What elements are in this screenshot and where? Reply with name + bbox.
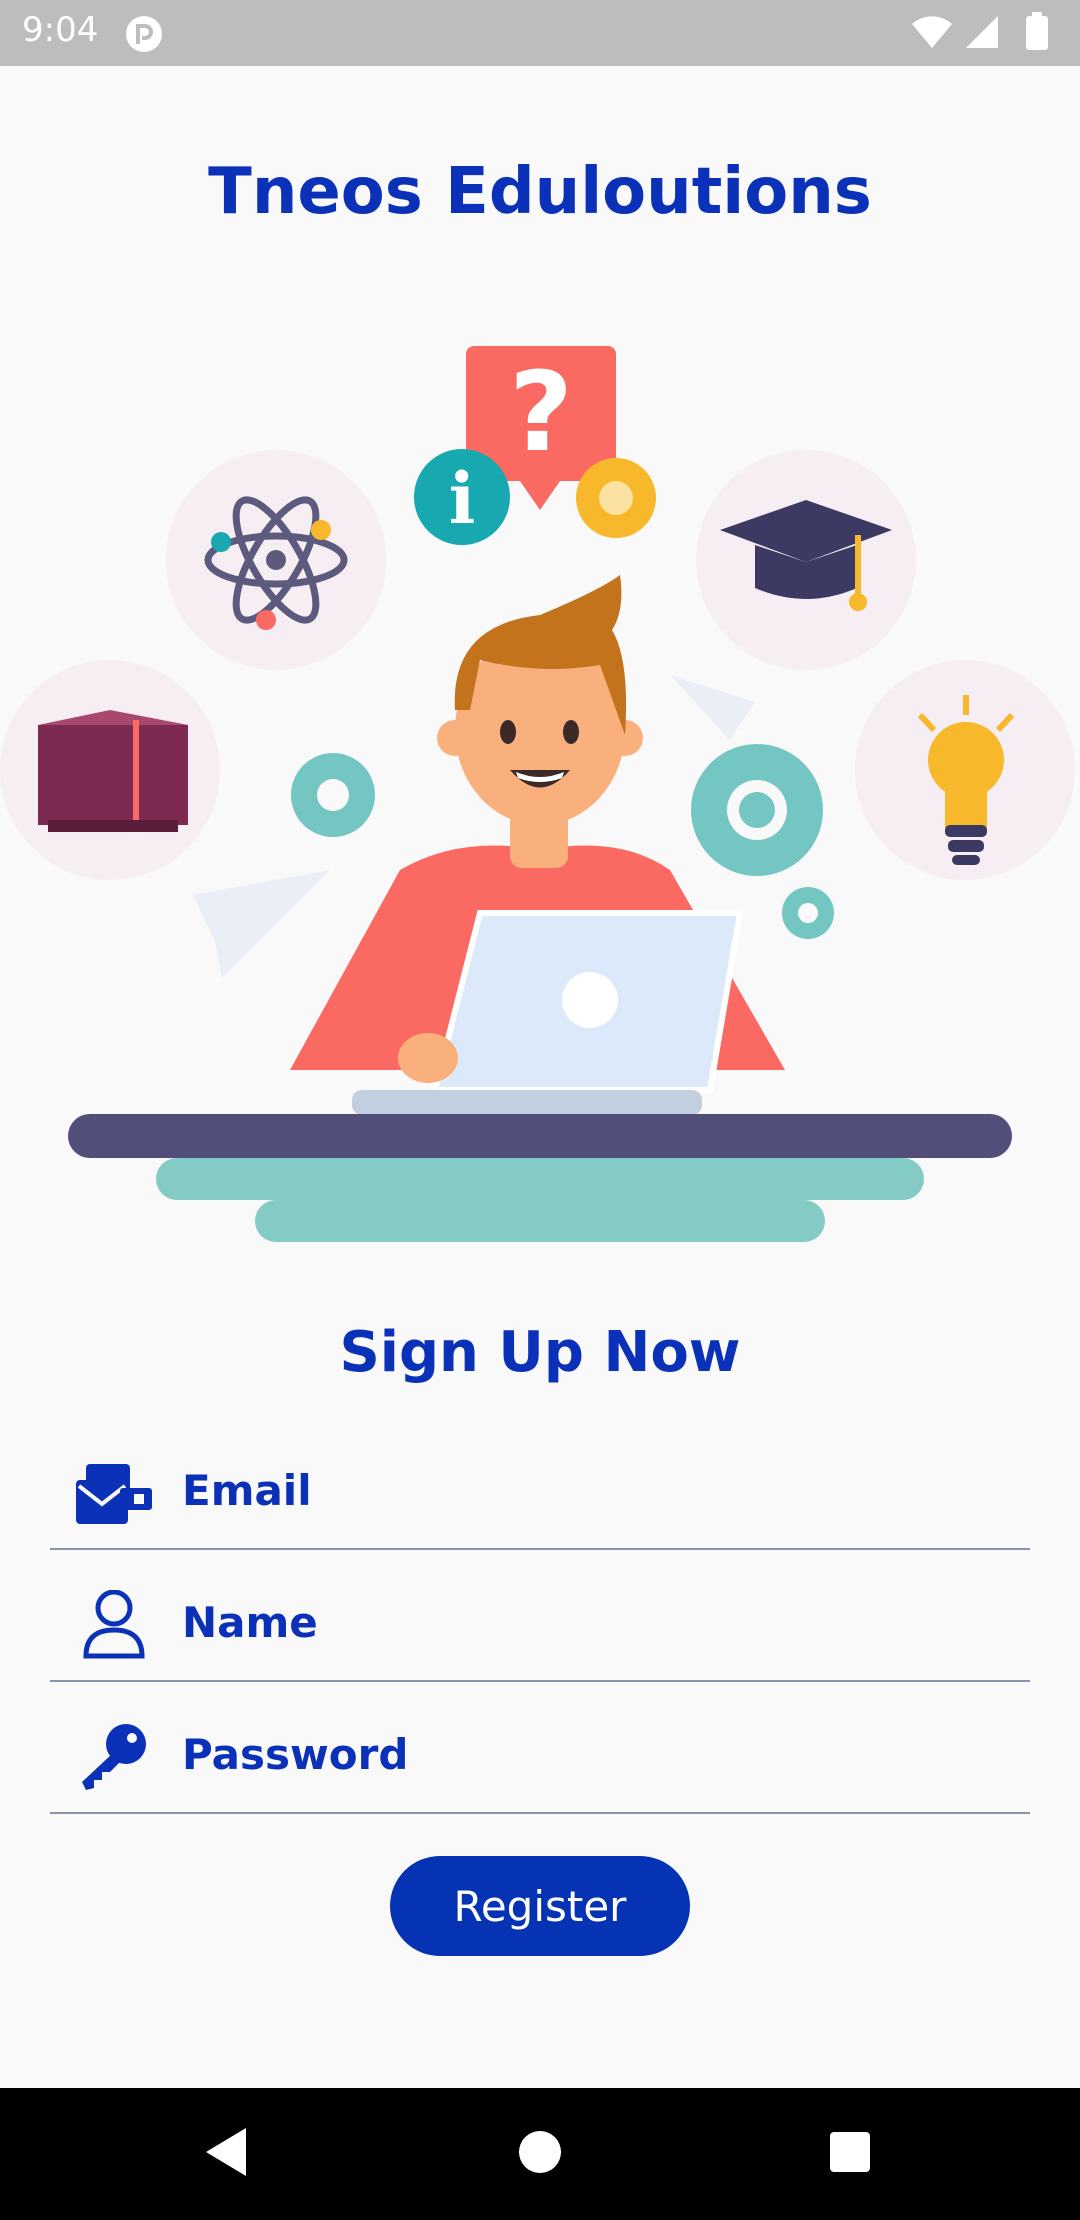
app-notification-icon xyxy=(126,16,162,52)
user-icon xyxy=(83,1590,145,1659)
base-shape-bottom xyxy=(255,1200,825,1242)
svg-text:?: ? xyxy=(509,348,573,476)
svg-text:i: i xyxy=(449,457,476,540)
base-shape-top xyxy=(156,1158,924,1200)
navigation-bar xyxy=(0,2088,1080,2220)
password-field[interactable]: Password xyxy=(50,1682,1030,1814)
password-label: Password xyxy=(182,1730,409,1779)
paper-plane-right-icon xyxy=(670,675,755,740)
register-button[interactable]: Register xyxy=(390,1856,690,1956)
email-field[interactable]: Email xyxy=(50,1418,1030,1550)
battery-icon xyxy=(1026,12,1048,50)
signal-icon xyxy=(966,16,998,48)
back-icon[interactable] xyxy=(204,2126,248,2178)
name-label: Name xyxy=(182,1598,318,1647)
email-label: Email xyxy=(182,1466,312,1515)
email-icon xyxy=(76,1464,152,1524)
yellow-gear-icon xyxy=(576,458,656,538)
paper-plane-left-icon xyxy=(193,870,330,978)
home-icon[interactable] xyxy=(518,2126,562,2178)
status-time: 9:04 xyxy=(22,10,99,50)
recents-icon[interactable] xyxy=(828,2126,872,2178)
key-icon xyxy=(82,1724,146,1790)
teal-gear-left-icon xyxy=(291,753,375,837)
name-field[interactable]: Name xyxy=(50,1550,1030,1682)
wifi-icon xyxy=(912,16,952,48)
app-title: Tneos Eduloutions xyxy=(208,155,872,229)
book-icon xyxy=(38,710,188,832)
student-laptop-illustration: ? i xyxy=(0,346,1075,1242)
status-bar: 9:04 xyxy=(0,0,1080,66)
teal-gear-right-icon xyxy=(691,744,834,939)
info-icon: i xyxy=(414,449,510,545)
signup-title: Sign Up Now xyxy=(339,1320,741,1385)
desk-shape xyxy=(68,1114,1012,1158)
